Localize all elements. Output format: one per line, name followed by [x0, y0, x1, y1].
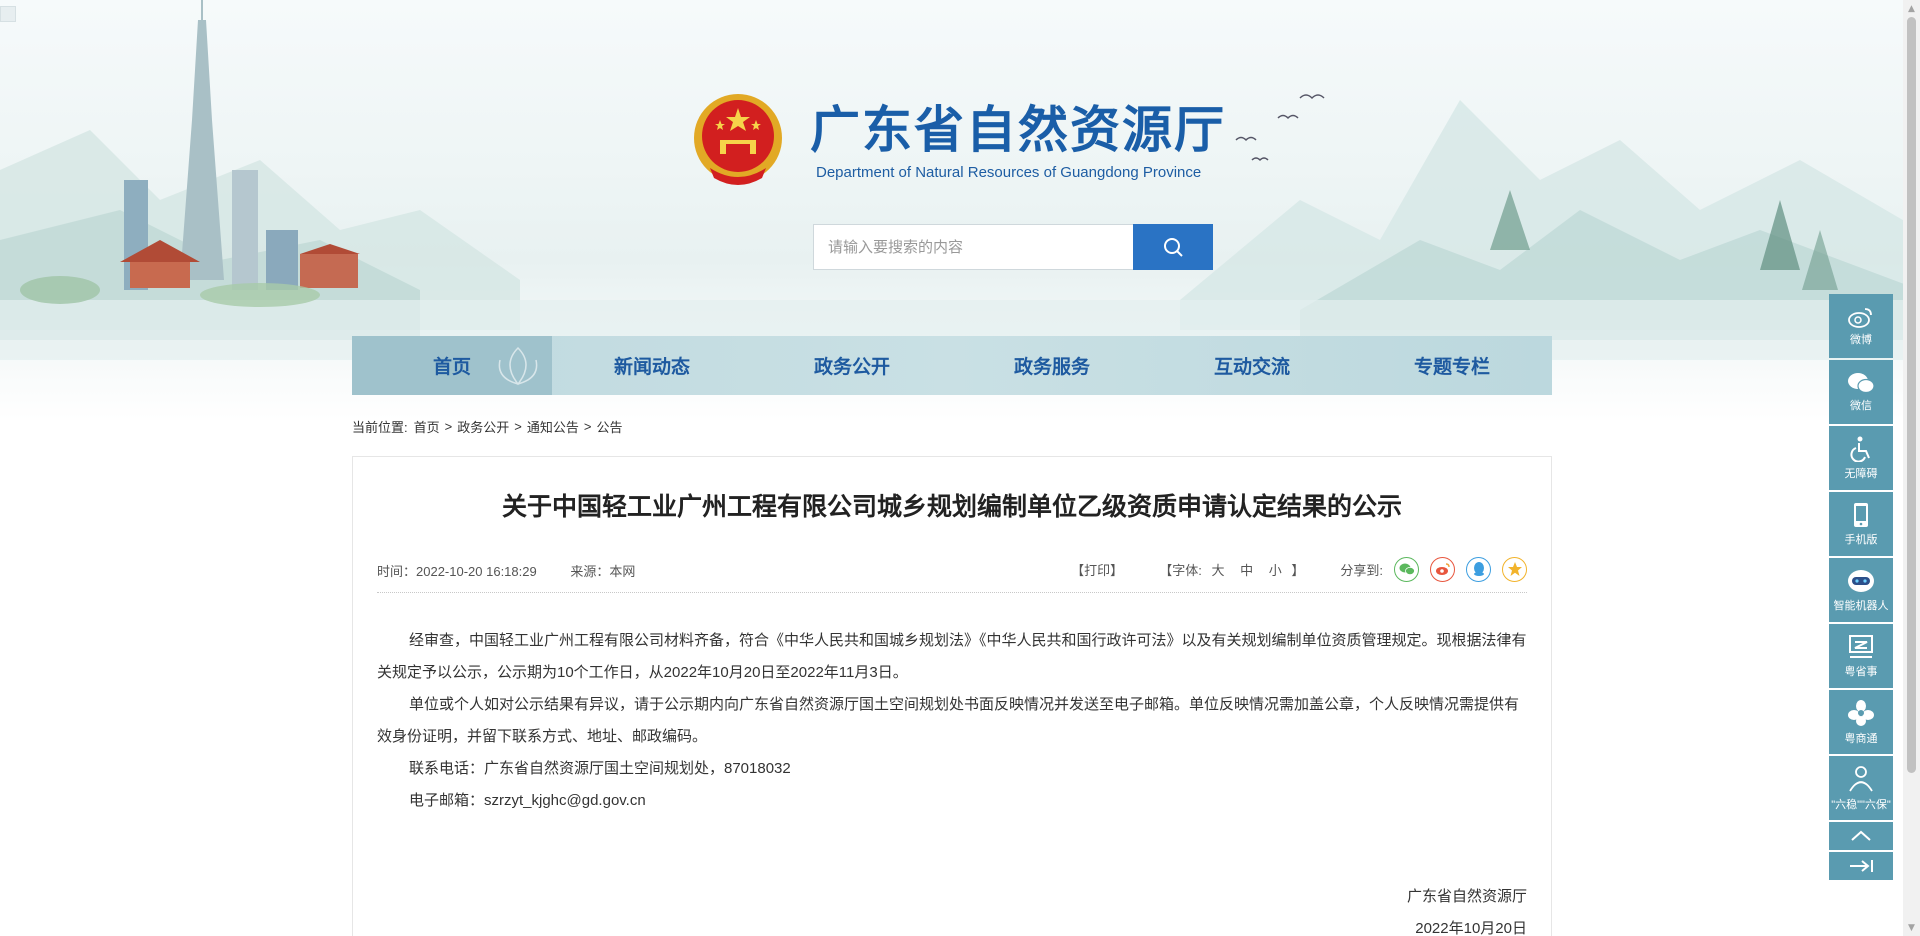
- nav-item-label: 新闻动态: [613, 357, 690, 378]
- sidebar-item-yueshangtong[interactable]: 粤商通: [1829, 690, 1893, 754]
- weibo-icon: [1848, 307, 1872, 328]
- wechat-icon: [1399, 563, 1415, 575]
- contact-email: 电子邮箱：szrzyt_kjghc@gd.gov.cn: [409, 792, 646, 809]
- breadcrumb-announcement[interactable]: 公告: [596, 417, 622, 436]
- liuwen-icon: [1849, 765, 1873, 791]
- font-large-button[interactable]: 大: [1211, 563, 1224, 578]
- sidebar-item-label: 智能机器人: [1833, 599, 1889, 612]
- share-weibo-button[interactable]: [1430, 556, 1455, 582]
- nav-item-public-affairs[interactable]: 政务公开: [752, 336, 952, 395]
- breadcrumb-notices[interactable]: 通知公告: [527, 417, 579, 436]
- share-label: 分享到:: [1340, 562, 1383, 578]
- wechat-icon: [1848, 372, 1875, 393]
- font-small-button[interactable]: 小: [1269, 563, 1282, 578]
- mobile-icon: [1854, 502, 1868, 527]
- nav-item-interaction[interactable]: 互动交流: [1152, 336, 1352, 395]
- nav-item-label: 专题专栏: [1413, 357, 1490, 378]
- robot-icon: [1848, 569, 1874, 592]
- main-nav: 首页 新闻动态 政务公开 政务服务 互动交流 专题专栏: [352, 336, 1552, 395]
- star-icon: [1507, 562, 1522, 576]
- share-wechat-button[interactable]: [1394, 556, 1419, 582]
- sidebar-item-weibo[interactable]: 微博: [1829, 294, 1893, 358]
- nav-item-label: 政务服务: [1013, 357, 1090, 378]
- article: 关于中国轻工业广州工程有限公司城乡规划编制单位乙级资质申请认定结果的公示 时间：…: [352, 456, 1552, 936]
- font-size-control: 【字体: 大 中 小 】: [1159, 560, 1304, 579]
- article-content: 经审查，中国轻工业广州工程有限公司材料齐备，符合《中华人民共和国城乡规划法》《中…: [377, 625, 1527, 817]
- search-button[interactable]: [1133, 224, 1213, 270]
- search-input[interactable]: [813, 224, 1133, 270]
- breadcrumb-separator: >: [514, 418, 522, 434]
- article-paragraph: 单位或个人如对公示结果有异议，请于公示期内向广东省自然资源厅国土空间规划处书面反…: [377, 696, 1520, 745]
- breadcrumb-separator: >: [444, 418, 453, 434]
- sidebar-item-label: "六稳""六保": [1831, 798, 1891, 811]
- nav-item-services[interactable]: 政务服务: [952, 336, 1152, 395]
- sidebar-item-label: 粤商通: [1844, 732, 1878, 745]
- signoff-organization: 广东省自然资源厅: [1406, 888, 1527, 905]
- sidebar-item-wechat[interactable]: 微信: [1829, 360, 1893, 424]
- yueshangtong-icon: [1848, 699, 1874, 726]
- sidebar-item-label: 微信: [1850, 399, 1872, 412]
- sidebar-item-yueshengshi[interactable]: 粤省事: [1829, 624, 1893, 688]
- site-logo[interactable]: 广东省自然资源厅 Department of Natural Resources…: [692, 88, 1252, 198]
- signoff-date: 2022年10月20日: [1415, 920, 1527, 936]
- sidebar-item-label: 手机版: [1844, 533, 1878, 546]
- scroll-up-arrow-icon[interactable]: ▲: [1903, 0, 1920, 17]
- article-signoff: 广东省自然资源厅 2022年10月20日: [1407, 881, 1527, 936]
- sidebar-item-liuwen-liubao[interactable]: "六稳""六保": [1829, 756, 1893, 820]
- sidebar-item-mobile[interactable]: 手机版: [1829, 492, 1893, 556]
- accessibility-icon: [1850, 436, 1870, 462]
- collapse-toolbar-button[interactable]: [1829, 852, 1893, 880]
- contact-phone: 联系电话：广东省自然资源厅国土空间规划处，87018032: [409, 760, 791, 777]
- site-title: 广东省自然资源厅: [810, 100, 1226, 159]
- nav-item-label: 首页: [432, 357, 471, 378]
- font-medium-button[interactable]: 中: [1240, 563, 1253, 578]
- sidebar-item-label: 粤省事: [1844, 665, 1878, 678]
- yueshengshi-icon: [1849, 634, 1873, 658]
- article-paragraph: 经审查，中国轻工业广州工程有限公司材料齐备，符合《中华人民共和国城乡规划法》《中…: [377, 632, 1527, 681]
- sidebar-item-label: 微博: [1850, 333, 1872, 346]
- magnolia-icon: [498, 346, 538, 386]
- breadcrumb-separator: >: [583, 418, 592, 434]
- back-to-top-button[interactable]: [1829, 822, 1893, 850]
- font-size-close: 】: [1291, 562, 1305, 578]
- font-size-label: 【字体:: [1159, 562, 1202, 578]
- search-icon: [1164, 238, 1183, 257]
- publish-time: 时间：2022-10-20 16:18:29: [377, 564, 537, 579]
- breadcrumb-public-affairs[interactable]: 政务公开: [457, 417, 509, 436]
- scrollbar-thumb[interactable]: [1907, 17, 1916, 773]
- weibo-icon: [1435, 563, 1450, 575]
- nav-item-label: 政务公开: [813, 357, 890, 378]
- sidebar-item-robot[interactable]: 智能机器人: [1829, 558, 1893, 622]
- article-title: 关于中国轻工业广州工程有限公司城乡规划编制单位乙级资质申请认定结果的公示: [501, 493, 1402, 521]
- nav-item-label: 互动交流: [1213, 357, 1290, 378]
- national-emblem-icon: [694, 94, 782, 185]
- article-meta: 时间：2022-10-20 16:18:29 来源：本网 【打印】 【字体: 大…: [377, 553, 1527, 593]
- nav-item-news[interactable]: 新闻动态: [552, 336, 752, 395]
- scroll-down-arrow-icon[interactable]: ▼: [1903, 919, 1920, 936]
- sidebar-item-accessibility[interactable]: 无障碍: [1829, 426, 1893, 490]
- search-bar: [813, 224, 1213, 270]
- page-scrollbar[interactable]: ▲ ▼: [1903, 0, 1920, 936]
- share-qq-button[interactable]: [1466, 556, 1491, 582]
- share-favorite-button[interactable]: [1502, 556, 1527, 582]
- nav-item-home[interactable]: 首页: [352, 336, 552, 395]
- breadcrumb-prefix: 当前位置:: [352, 419, 408, 435]
- chevron-up-icon: [1851, 830, 1871, 841]
- corner-widget[interactable]: [0, 6, 16, 22]
- article-source: 来源：本网: [570, 564, 636, 579]
- breadcrumb-home[interactable]: 首页: [414, 417, 440, 436]
- print-button[interactable]: 【打印】: [1071, 560, 1123, 579]
- nav-item-special-topics[interactable]: 专题专栏: [1352, 336, 1552, 395]
- sidebar-item-label: 无障碍: [1844, 467, 1878, 480]
- floating-toolbar: 微博 微信 无障碍 手机版 智能机器人 粤省事 粤商通 "六稳""六保": [1829, 294, 1893, 882]
- breadcrumb: 当前位置: 首页 > 政务公开 > 通知公告 > 公告: [352, 416, 622, 436]
- collapse-arrow-icon: [1850, 860, 1873, 872]
- site-subtitle: Department of Natural Resources of Guang…: [816, 164, 1202, 181]
- qq-icon: [1473, 562, 1484, 576]
